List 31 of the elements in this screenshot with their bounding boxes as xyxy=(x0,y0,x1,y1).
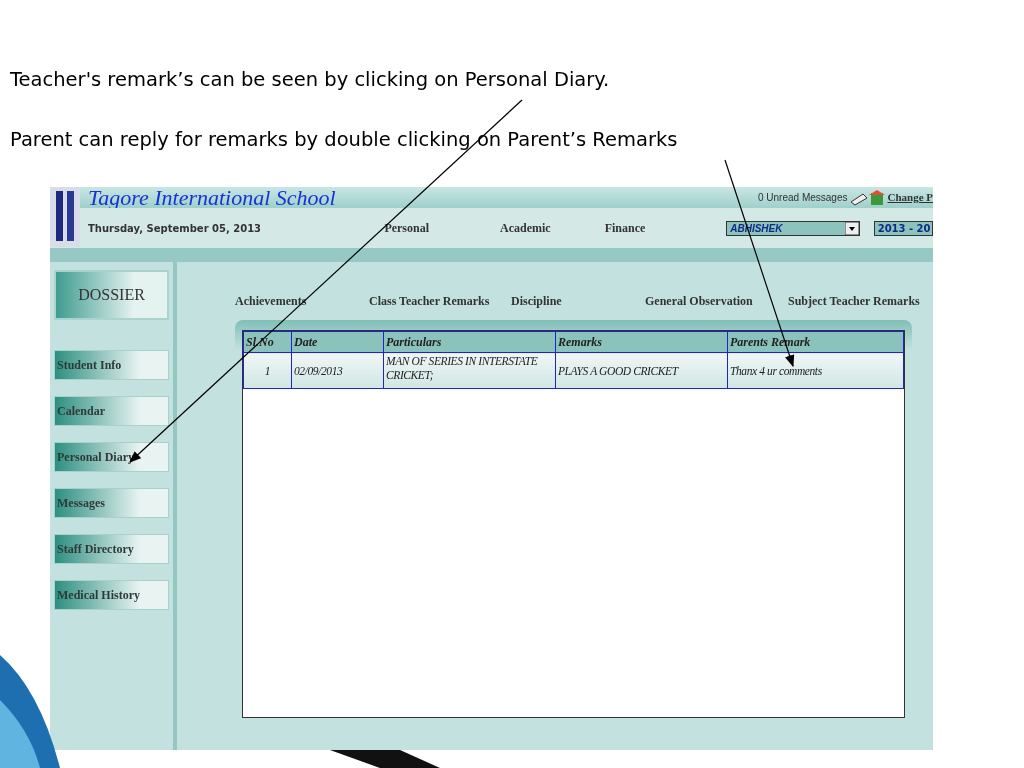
table-cell: Thanx 4 ur comments xyxy=(727,352,904,389)
sidebar-button[interactable]: Staff Directory xyxy=(54,534,169,564)
caption-text: Parent can reply for remarks by double clicking on Parent’s Remarks xyxy=(10,127,678,153)
tab[interactable]: Class Teacher Remarks xyxy=(369,281,511,320)
sidebar-button[interactable]: Student Info xyxy=(54,350,169,380)
sidebar-button[interactable]: Calendar xyxy=(54,396,169,426)
dossier-heading: DOSSIER xyxy=(54,270,169,320)
column-header: Remarks xyxy=(555,331,728,353)
date-text: Thursday, September 05, 2013 xyxy=(88,221,263,236)
tab[interactable]: Subject Teacher Remarks xyxy=(788,281,933,320)
school-name: Tagore International School xyxy=(88,188,336,208)
table-cell: MAN OF SERIES IN INTERSTATE CRICKET; xyxy=(383,352,556,389)
unread-messages-text: 0 Unread Messages xyxy=(757,191,848,205)
year-select[interactable]: 2013 - 20 xyxy=(873,220,933,236)
dropdown-caret-icon[interactable] xyxy=(844,221,859,235)
change-link[interactable]: Change P xyxy=(887,189,933,206)
sidebar-button[interactable]: Medical History xyxy=(54,580,169,610)
nav-menu-item[interactable]: Academic xyxy=(499,219,605,237)
tab[interactable]: General Observation xyxy=(645,281,788,320)
caption-text: Teacher's remark’s can be seen by clicking on Personal Diary. xyxy=(10,67,610,93)
table-cell: PLAYS A GOOD CRICKET xyxy=(555,352,728,389)
tab[interactable]: Achievements xyxy=(235,281,369,320)
tab[interactable]: Discipline xyxy=(511,281,645,320)
nav-menu-item[interactable]: Personal xyxy=(384,219,500,237)
column-header: Particulars xyxy=(383,331,556,353)
table-cell: 1 xyxy=(243,352,292,389)
column-header: Date xyxy=(291,331,384,353)
sidebar-button[interactable]: Messages xyxy=(54,488,169,518)
table-cell: 02/09/2013 xyxy=(291,352,384,389)
sidebar-button[interactable]: Personal Diary xyxy=(54,442,169,472)
nav-menu-item[interactable]: Finance xyxy=(604,219,724,237)
